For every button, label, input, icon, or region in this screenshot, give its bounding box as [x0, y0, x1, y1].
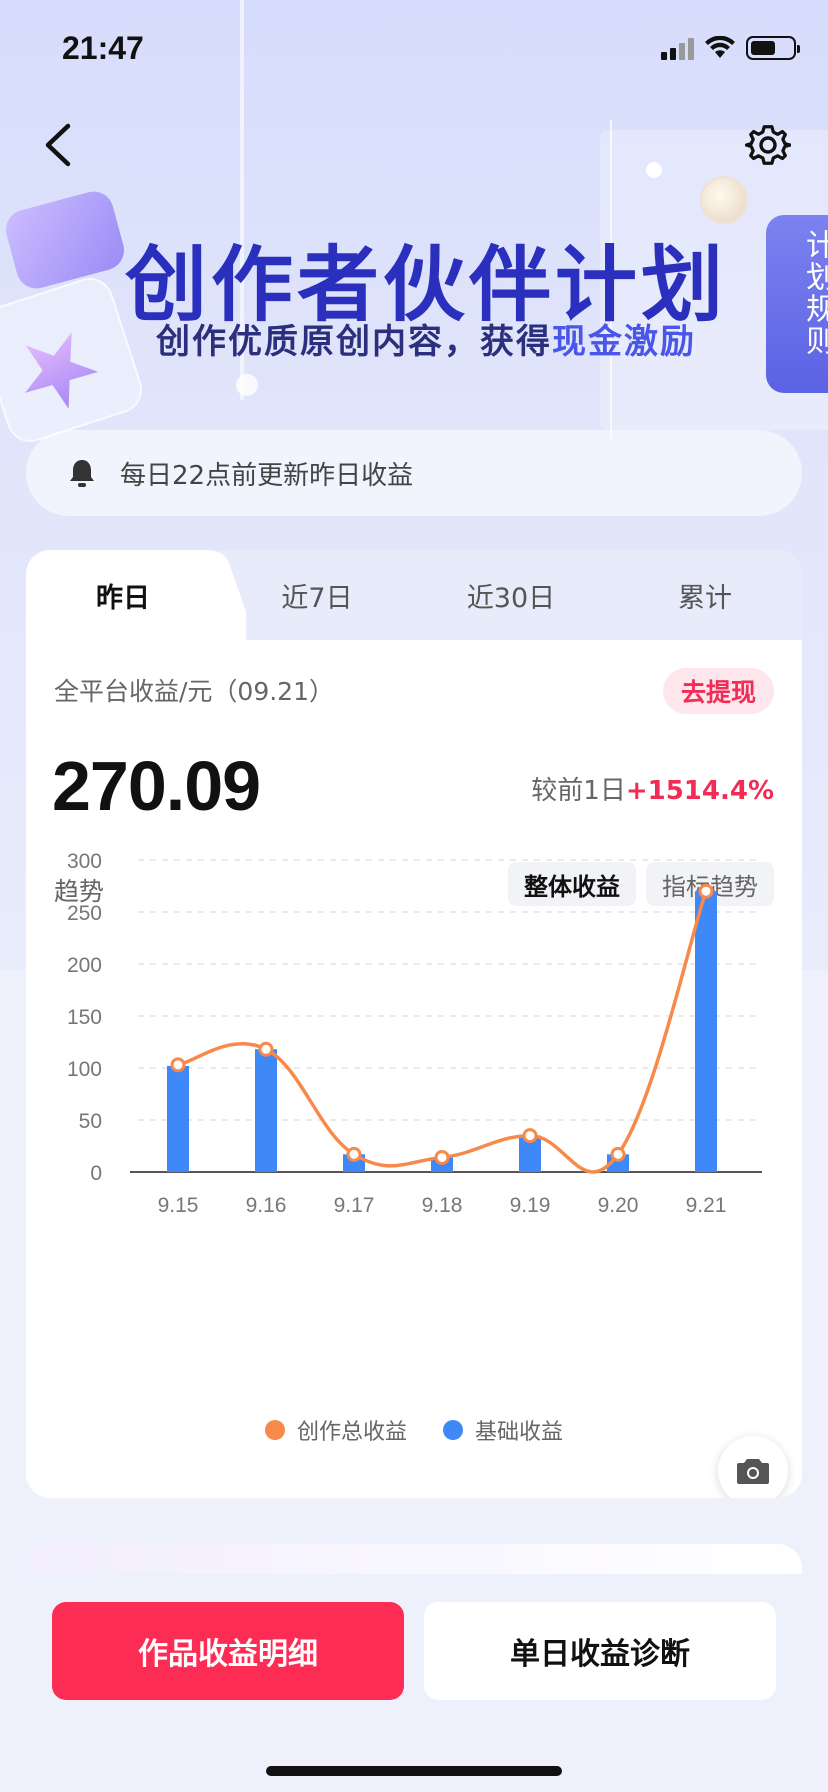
line-point — [522, 1128, 538, 1144]
earnings-card: 昨日 近7日 近30日 累计 全平台收益/元（09.21） 去提现 270.09… — [26, 550, 802, 1498]
cellular-signal-icon — [661, 36, 694, 60]
wifi-icon — [705, 36, 735, 58]
bar — [255, 1049, 277, 1172]
update-notice: 每日22点前更新昨日收益 — [26, 430, 802, 516]
earnings-body: 全平台收益/元（09.21） 去提现 270.09 较前1日+1514.4% 趋… — [26, 640, 802, 1498]
legend-item-total: 创作总收益 — [264, 1414, 407, 1446]
tab-7-days[interactable]: 近7日 — [220, 550, 414, 640]
chart-legend: 创作总收益 基础收益 — [26, 1414, 802, 1446]
status-time: 21:47 — [62, 30, 144, 66]
notice-text: 每日22点前更新昨日收益 — [120, 460, 414, 491]
work-earnings-detail-button[interactable]: 作品收益明细 — [52, 1602, 404, 1700]
daily-earnings-diagnosis-button[interactable]: 单日收益诊断 — [424, 1602, 776, 1700]
bell-icon — [70, 460, 94, 487]
line-point — [170, 1057, 186, 1073]
tab-yesterday[interactable]: 昨日 — [26, 550, 220, 640]
gear-icon[interactable] — [745, 122, 791, 168]
y-tick-label: 200 — [67, 954, 102, 977]
bar — [167, 1065, 189, 1172]
line-point — [434, 1149, 450, 1165]
tab-total[interactable]: 累计 — [608, 550, 802, 640]
y-tick-label: 250 — [67, 902, 102, 925]
line-point — [610, 1146, 626, 1162]
tab-30-days[interactable]: 近30日 — [414, 550, 608, 640]
y-tick-label: 50 — [79, 1110, 102, 1133]
legend-label-base: 基础收益 — [475, 1420, 564, 1445]
line-point — [346, 1146, 362, 1162]
x-tick-label: 9.16 — [246, 1194, 287, 1217]
x-tick-label: 9.21 — [686, 1194, 727, 1217]
x-tick-label: 9.19 — [510, 1194, 551, 1217]
status-icons — [661, 36, 800, 60]
x-tick-label: 9.18 — [422, 1194, 463, 1217]
y-tick-label: 0 — [90, 1162, 102, 1185]
y-tick-label: 300 — [67, 850, 102, 873]
status-bar: 21:47 — [0, 0, 828, 96]
y-tick-label: 150 — [67, 1006, 102, 1029]
battery-icon — [746, 36, 800, 60]
line-point — [258, 1041, 274, 1057]
plan-rules-button[interactable]: 计划规则 — [766, 215, 828, 393]
line-point — [698, 883, 714, 899]
legend-item-base: 基础收益 — [443, 1414, 563, 1446]
coin-decoration — [700, 176, 748, 224]
camera-icon — [737, 1459, 769, 1484]
legend-dot-total — [264, 1420, 285, 1440]
earnings-chart: 0 50 100 150 200 250 300 9.15 9.16 9.17 9.18 9.19 9.… — [67, 850, 762, 1217]
x-tick-label: 9.15 — [158, 1194, 199, 1217]
home-indicator — [266, 1766, 562, 1776]
bar — [695, 891, 717, 1172]
x-tick-label: 9.17 — [334, 1194, 375, 1217]
y-tick-label: 100 — [67, 1058, 102, 1081]
hero-subtitle: 创作优质原创内容，获得现金激励 — [156, 322, 696, 362]
back-arrow-icon[interactable] — [38, 120, 82, 170]
legend-dot-base — [443, 1420, 463, 1440]
x-tick-label: 9.20 — [598, 1194, 639, 1217]
subtitle-highlight: 现金激励 — [552, 322, 696, 362]
screenshot-button[interactable] — [718, 1436, 788, 1498]
legend-label-total: 创作总收益 — [296, 1420, 407, 1445]
period-tabs: 昨日 近7日 近30日 累计 — [26, 550, 802, 640]
